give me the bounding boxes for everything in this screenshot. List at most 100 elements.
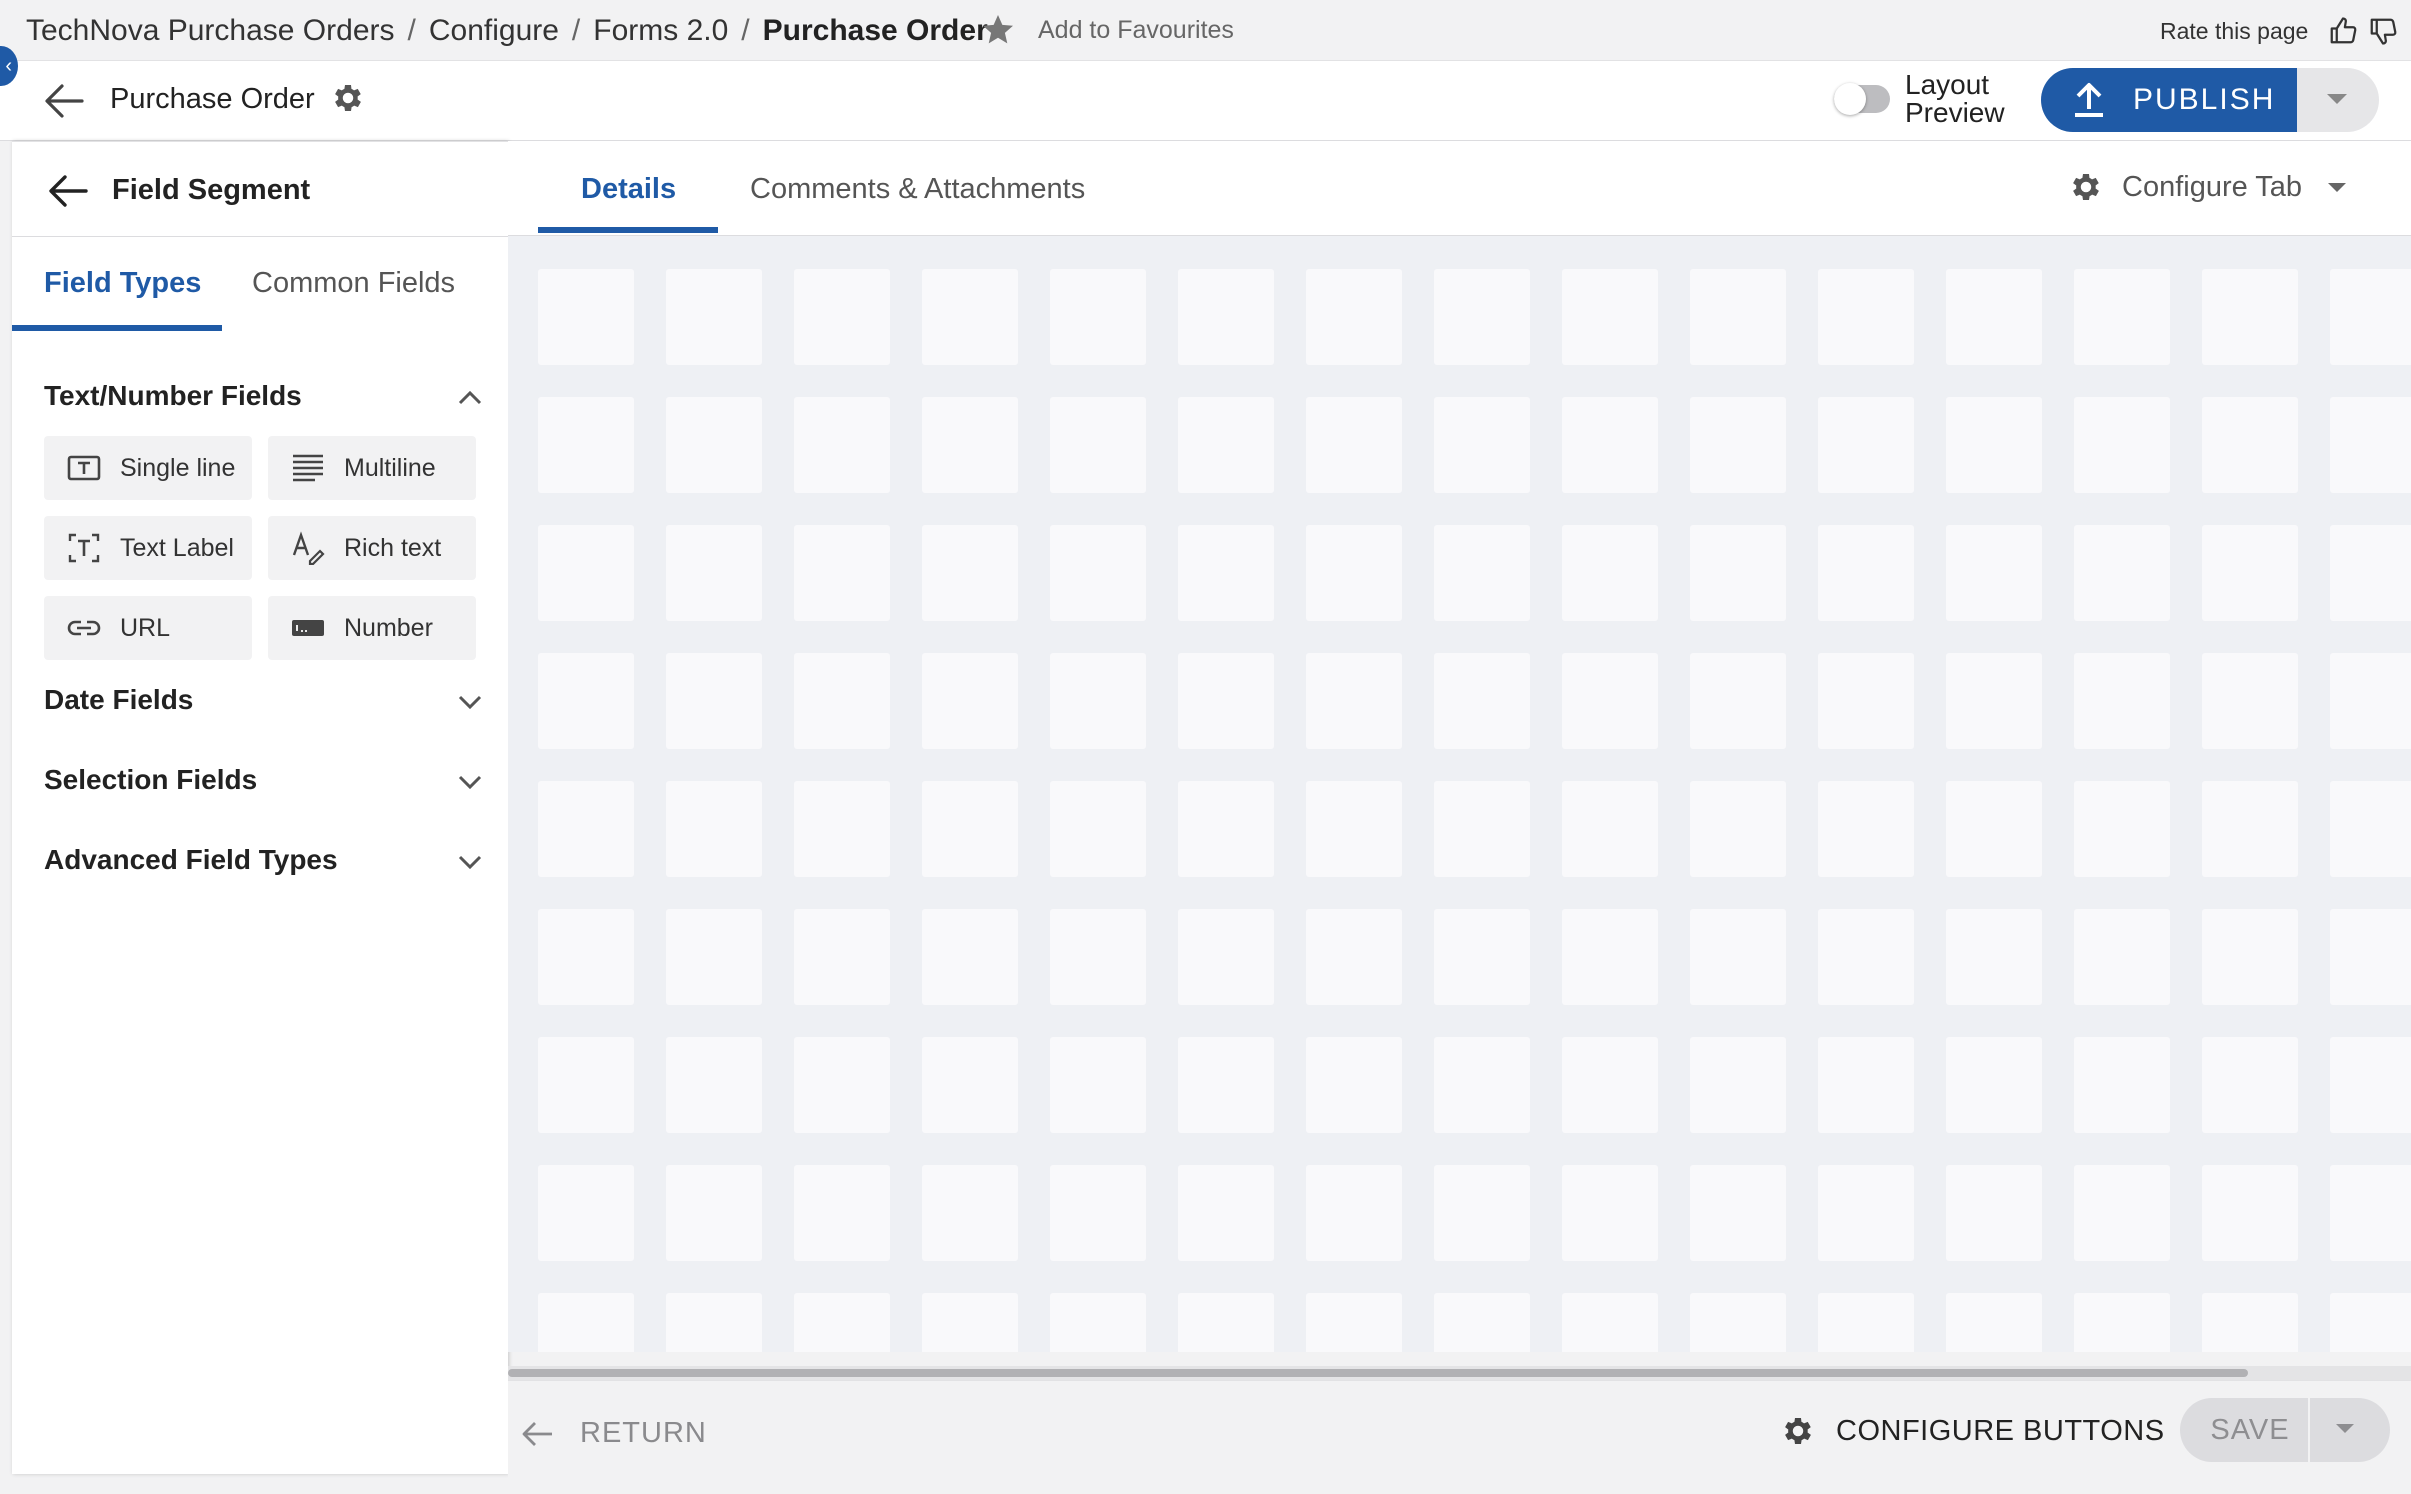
field-rich-text[interactable]: Rich text [268,516,476,580]
gear-icon[interactable] [330,80,366,116]
grid-cell [666,909,762,1005]
back-arrow-icon[interactable] [48,174,88,208]
field-text-label[interactable]: Text Label [44,516,252,580]
breadcrumb-separator: / [407,14,416,47]
footer-bar: RETURN CONFIGURE BUTTONS SAVE [508,1380,2411,1480]
grid-cell [2330,781,2411,877]
grid-cell [538,909,634,1005]
rate-page: Rate this page [2160,16,2398,46]
grid-cell [794,525,890,621]
add-to-favourites-button[interactable]: Add to Favourites [980,12,1234,48]
page-title: Purchase Order [110,83,315,115]
thumbs-down-icon[interactable] [2368,16,2398,46]
publish-button[interactable]: PUBLISH [2041,68,2297,132]
configure-buttons-button[interactable]: CONFIGURE BUTTONS [1780,1413,2165,1449]
return-button[interactable]: RETURN [520,1417,707,1450]
grid-cell [1434,1165,1530,1261]
breadcrumb-item-forms[interactable]: Forms 2.0 [593,14,728,48]
grid-cell [1690,397,1786,493]
field-label: Text Label [120,533,234,562]
configure-tab-button[interactable]: Configure Tab [2068,169,2347,205]
grid-cell [1434,1293,1530,1352]
grid-cell [1690,781,1786,877]
field-single-line[interactable]: Single line [44,436,252,500]
grid-cell [1178,1037,1274,1133]
upload-icon [2075,83,2103,117]
grid-cell [1178,1293,1274,1352]
link-icon [67,620,101,636]
grid-cell [666,525,762,621]
grid-cell [1946,1037,2042,1133]
field-segment-panel: Field Segment Field Types Common Fields … [12,141,508,1474]
layout-preview-line2: Preview [1905,97,2005,128]
panel-header: Field Segment [12,142,508,237]
grid-cell [1946,653,2042,749]
chevron-down-icon [458,855,482,870]
grid-cell [1306,1165,1402,1261]
grid-cell [1178,525,1274,621]
tab-common-fields[interactable]: Common Fields [252,267,455,300]
gear-icon [2073,173,2099,201]
thumbs-up-icon[interactable] [2328,16,2358,46]
top-bar: TechNova Purchase Orders / Configure / F… [0,0,2411,61]
grid-cell [666,1165,762,1261]
configure-buttons-label: CONFIGURE BUTTONS [1836,1414,2165,1447]
grid-cell [1178,397,1274,493]
save-options-button[interactable] [2310,1398,2390,1462]
grid-cell [538,1165,634,1261]
grid-cell [538,1293,634,1352]
save-button[interactable]: SAVE [2180,1398,2308,1462]
tab-details[interactable]: Details [581,173,676,206]
breadcrumb-item-configure[interactable]: Configure [429,14,559,48]
field-url[interactable]: URL [44,596,252,660]
star-icon [983,15,1013,44]
grid-cell [2074,653,2170,749]
layout-preview-toggle[interactable] [1834,83,1890,115]
section-date-fields[interactable]: Date Fields [44,684,484,724]
breadcrumb-item-app[interactable]: TechNova Purchase Orders [26,14,395,48]
grid-cell [1178,269,1274,365]
grid-cell [2330,1165,2411,1261]
back-arrow-icon [522,1421,552,1446]
grid-cell [1818,1165,1914,1261]
layout-grid-canvas[interactable] [508,236,2411,1352]
section-advanced-field-types[interactable]: Advanced Field Types [44,844,484,884]
publish-options-button[interactable] [2297,68,2379,132]
grid-cell [1946,781,2042,877]
grid-cell [1050,1165,1146,1261]
field-number[interactable]: Number [268,596,476,660]
back-arrow-icon[interactable] [44,83,84,119]
grid-cell [1818,653,1914,749]
grid-cell [2330,653,2411,749]
main-tabs: Details Comments & Attachments Configure… [508,141,2411,236]
field-label: Multiline [344,453,436,482]
text-label-icon [68,533,100,563]
grid-cell [1818,269,1914,365]
grid-cell [2202,397,2298,493]
grid-cell [666,1037,762,1133]
grid-cell [538,525,634,621]
section-title: Date Fields [44,684,194,715]
field-multiline[interactable]: Multiline [268,436,476,500]
grid-cell [2074,781,2170,877]
chevron-up-icon [458,390,482,405]
grid-cell [1434,269,1530,365]
tab-field-types[interactable]: Field Types [44,267,201,300]
grid-cell [666,1293,762,1352]
grid-cell [1946,269,2042,365]
grid-cell [1050,397,1146,493]
section-selection-fields[interactable]: Selection Fields [44,764,484,804]
horizontal-scrollbar[interactable] [508,1366,2411,1380]
grid-cell [1818,525,1914,621]
grid-cell [1434,1037,1530,1133]
grid-cell [1306,653,1402,749]
section-text-number-fields[interactable]: Text/Number Fields [44,380,484,420]
field-label: Single line [120,453,236,482]
scrollbar-thumb[interactable] [508,1369,2248,1377]
layout-preview-label: Layout Preview [1905,71,2005,127]
grid-cell [2074,269,2170,365]
grid-cell [1562,269,1658,365]
layout-preview-line1: Layout [1905,69,1990,100]
grid-cell [2202,269,2298,365]
tab-comments-attachments[interactable]: Comments & Attachments [750,173,1085,206]
